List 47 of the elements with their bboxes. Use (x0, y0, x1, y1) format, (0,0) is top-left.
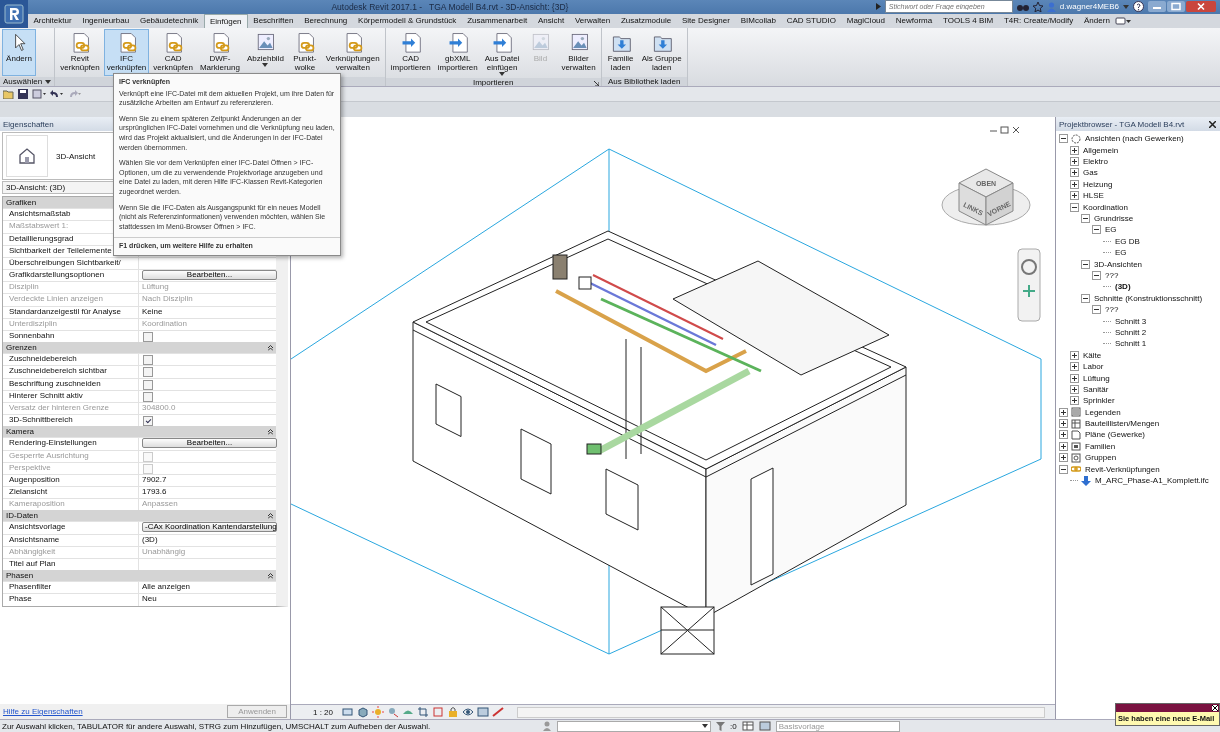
property-label: Grafikdarstellungsoptionen (3, 270, 139, 282)
property-value: Neu (142, 594, 157, 604)
panel-label: Aus Bibliothek laden (607, 77, 681, 87)
property-value: 1793.6 (142, 487, 167, 497)
section-title: ID-Daten (6, 511, 38, 521)
property-label: Rendering-Einstellungen (3, 438, 139, 450)
status-message: Zur Auswahl klicken, TABULATOR für andere Auswahl, STRG zum Hinzufügen, UMSCHALT zum Aufheben der Auswahl. (2, 721, 432, 731)
type-name: 3D-Ansicht (56, 151, 96, 161)
property-label: Gesperrte Ausrichtung (3, 450, 139, 462)
property-label: Abhängigkeit (3, 546, 139, 558)
apply-button: Anwenden (227, 705, 287, 719)
property-label: Perspektive (3, 462, 139, 474)
property-label: Standardanzeigestil für Analyse (3, 306, 139, 318)
property-label: Phasenfilter (3, 582, 139, 594)
property-value: Anpassen (142, 499, 178, 509)
property-label: Überschreibungen Sichtbarkeit/ (3, 257, 139, 270)
panel-label: Auswählen (3, 77, 43, 87)
property-value: 7902.7 (142, 474, 167, 484)
window-title: Autodesk Revit 2017.1 - TGA Modell B4.rvt - 3D-Ansicht: {3D} (330, 1, 570, 12)
property-label: Unterdisziplin (3, 318, 139, 330)
property-label: Phase (3, 594, 139, 606)
selection-count: :0 (730, 721, 737, 731)
property-label: Zuschneidebereich (3, 354, 139, 366)
property-value: Keine (142, 306, 163, 316)
property-label: Zielansicht (3, 487, 139, 499)
panel-label: Importieren (472, 77, 514, 87)
property-label: Ansichtsvorlage (3, 522, 139, 534)
property-label: Zuschneidebereich sichtbar (3, 366, 139, 378)
property-value: Lüftung (142, 282, 169, 292)
section-title: Kamera (6, 427, 34, 437)
property-value: Koordination (142, 318, 187, 328)
property-label: Ansichtsname (3, 534, 139, 546)
property-value: Alle anzeigen (142, 582, 191, 592)
section-title: Grafiken (6, 198, 37, 208)
property-label: Beschriftung zuschneiden (3, 378, 139, 390)
property-label: Verdeckte Linien anzeigen (3, 294, 139, 306)
section-title: Grenzen (6, 343, 37, 353)
section-title: Phasen (6, 571, 34, 581)
panel-title: Projektbrowser - TGA Modell B4.rvt (1059, 119, 1185, 129)
property-value: 304800.0 (142, 402, 176, 412)
property-label: Disziplin (3, 282, 139, 294)
property-value: Nach Disziplin (142, 294, 193, 304)
property-label: Hinterer Schnitt aktiv (3, 390, 139, 402)
property-label: Augenposition (3, 474, 139, 487)
property-label: Versatz der hinteren Grenze (3, 402, 139, 415)
property-value: (3D) (142, 534, 158, 544)
property-value: Unabhängig (142, 546, 186, 556)
